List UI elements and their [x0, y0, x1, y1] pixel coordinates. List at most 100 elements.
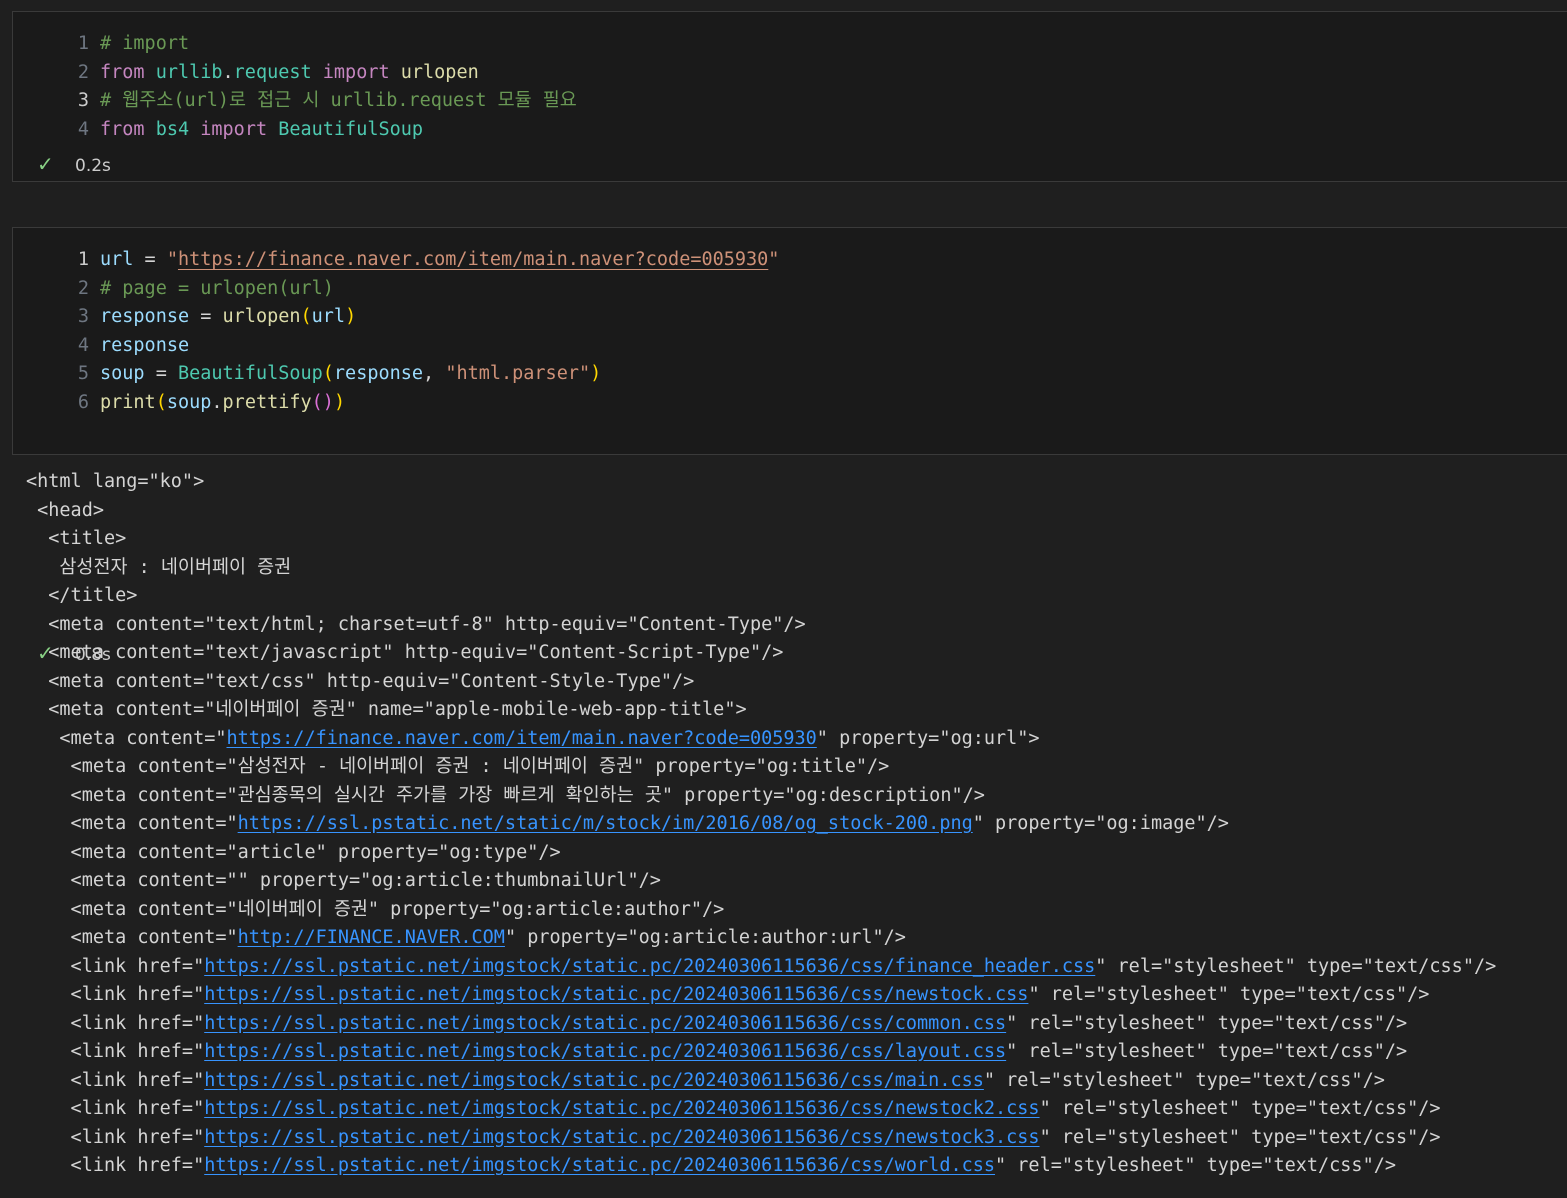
output-line: <meta content="https://finance.naver.com… [26, 725, 1496, 754]
output-line: <meta content="http://FINANCE.NAVER.COM"… [26, 924, 1496, 953]
output-line: <meta content="삼성전자 - 네이버페이 증권 : 네이버페이 증… [26, 753, 1496, 782]
output-text: " property="og:image"/> [972, 813, 1229, 834]
code-text[interactable]: response = urlopen(url) [100, 303, 356, 332]
output-line: <meta content="text/html; charset=utf-8"… [26, 611, 1496, 640]
output-link[interactable]: https://ssl.pstatic.net/imgstock/static.… [204, 1041, 1006, 1062]
output-line: <meta content="text/javascript" http-equ… [26, 639, 1496, 668]
code-token: ) [590, 363, 602, 385]
output-link[interactable]: https://ssl.pstatic.net/static/m/stock/i… [238, 813, 973, 834]
code-token: , [423, 363, 446, 385]
code-token: response [100, 306, 190, 328]
output-line: <link href="https://ssl.pstatic.net/imgs… [26, 981, 1496, 1010]
code-token: ) [333, 391, 346, 413]
output-text: <title> [26, 528, 127, 549]
output-link[interactable]: https://ssl.pstatic.net/imgstock/static.… [204, 1127, 1039, 1148]
code-token: soup [166, 391, 212, 413]
code-token: import [322, 61, 390, 83]
output-link[interactable]: https://ssl.pstatic.net/imgstock/static.… [204, 984, 1028, 1005]
output-line: <meta content="article" property="og:typ… [26, 839, 1496, 868]
output-text: <meta content="article" property="og:typ… [26, 841, 561, 863]
output-text: " property="og:article:author:url"/> [504, 927, 906, 948]
code-cell-1[interactable]: 1 # import 2 from urllib.request import url… [12, 11, 1567, 182]
cell-status: ✓ 0.2s [37, 152, 111, 176]
code-text[interactable]: print(soup.prettify()) [100, 389, 345, 418]
code-text[interactable]: from bs4 import BeautifulSoup [100, 116, 423, 145]
line-number: 1 [77, 249, 89, 270]
code-token: bs4 [155, 118, 190, 140]
code-token: ( [300, 306, 312, 328]
output-text: <meta content="관심종목의 실시간 주가를 가장 빠르게 확인하는… [26, 784, 985, 806]
code-token: ( [155, 391, 167, 413]
output-text: <link href=" [26, 1012, 205, 1034]
output-text: " rel="stylesheet" type="text/css"/> [1028, 984, 1430, 1005]
output-link[interactable]: https://ssl.pstatic.net/imgstock/static.… [204, 1070, 984, 1091]
output-text: <meta content="text/html; charset=utf-8"… [26, 613, 806, 635]
code-token: ( [322, 363, 334, 385]
code-text[interactable]: # page = urlopen(url) [100, 275, 334, 304]
output-link[interactable]: https://ssl.pstatic.net/imgstock/static.… [204, 1098, 1039, 1119]
code-token: . [211, 391, 223, 413]
code-text[interactable]: # 웹주소(url)로 접근 시 urllib.request 모듈 필요 [100, 87, 577, 116]
output-text: " rel="stylesheet" type="text/css"/> [1039, 1126, 1441, 1148]
output-text: <link href=" [26, 1041, 205, 1062]
code-cell-2[interactable]: 1 url = "https://finance.naver.com/item/m… [12, 227, 1567, 665]
code-text[interactable]: soup = BeautifulSoup(response, "html.par… [100, 360, 601, 389]
line-number: 4 [77, 334, 89, 356]
output-line: <meta content="text/css" http-equiv="Con… [26, 668, 1496, 697]
output-line: <link href="https://ssl.pstatic.net/imgs… [26, 1067, 1496, 1096]
code-token: ) [322, 391, 334, 413]
code-token: response [333, 363, 424, 385]
code-token: from [100, 61, 145, 83]
output-text: <meta content="text/css" http-equiv="Con… [26, 670, 695, 692]
output-text: <link href=" [26, 1126, 205, 1148]
line-number: 2 [77, 277, 89, 299]
output-text: <link href=" [26, 984, 205, 1005]
output-line: <link href="https://ssl.pstatic.net/imgs… [26, 1095, 1496, 1124]
output-text: <meta content="네이버페이 증권" property="og:ar… [26, 898, 725, 920]
code-text[interactable]: url = "https://finance.naver.com/item/ma… [100, 246, 779, 275]
code-token: = [133, 249, 167, 270]
output-link[interactable]: https://ssl.pstatic.net/imgstock/static.… [204, 1013, 1006, 1034]
output-line: <meta content="네이버페이 증권" property="og:ar… [26, 896, 1496, 925]
output-link[interactable]: https://ssl.pstatic.net/imgstock/static.… [204, 956, 1095, 977]
output-line: <meta content="네이버페이 증권" name="apple-mob… [26, 696, 1496, 725]
output-line: <link href="https://ssl.pstatic.net/imgs… [26, 953, 1497, 982]
code-token: " [768, 249, 780, 270]
output-line: <head> [26, 497, 1496, 526]
output-line: 삼성전자 : 네이버페이 증권 [26, 554, 1496, 583]
output-text: " property="og:url"> [816, 727, 1040, 749]
output-line: <meta content="" property="og:article:th… [26, 867, 1496, 896]
code-token: url [100, 249, 134, 270]
code-token: = [144, 363, 178, 385]
cell-output: <html lang="ko"> <head> <title> 삼성전자 : 네… [26, 468, 1496, 1181]
output-text: " rel="stylesheet" type="text/css"/> [1095, 955, 1497, 977]
line-number: 5 [77, 363, 89, 385]
line-number: 1 [77, 33, 89, 54]
code-token: urlopen [400, 61, 479, 83]
output-text: <meta content=" [26, 727, 227, 749]
output-link[interactable]: https://finance.naver.com/item/main.nave… [226, 728, 816, 749]
output-text: 삼성전자 : 네이버페이 증권 [26, 556, 292, 578]
code-text[interactable]: # import [100, 30, 189, 59]
code-token: " [166, 249, 178, 270]
output-text: " rel="stylesheet" type="text/css"/> [1039, 1098, 1441, 1119]
output-text: <meta content="삼성전자 - 네이버페이 증권 : 네이버페이 증… [26, 756, 890, 777]
output-line: <link href="https://ssl.pstatic.net/imgs… [26, 1152, 1496, 1181]
code-token: urllib [155, 61, 223, 83]
output-link[interactable]: http://FINANCE.NAVER.COM [238, 927, 505, 948]
code-token: prettify [222, 391, 312, 413]
code-text[interactable]: response [100, 332, 189, 361]
code-token: ( [311, 391, 323, 413]
output-link[interactable]: https://ssl.pstatic.net/imgstock/static.… [204, 1155, 995, 1176]
output-line: </title> [26, 582, 1496, 611]
output-text: <meta content="" property="og:article:th… [26, 870, 661, 891]
code-token: BeautifulSoup [278, 118, 424, 140]
code-token: response [100, 334, 190, 356]
code-token: url [311, 306, 346, 328]
output-line: <meta content="관심종목의 실시간 주가를 가장 빠르게 확인하는… [26, 782, 1496, 811]
output-text: <link href=" [26, 1155, 205, 1176]
code-text[interactable]: from urllib.request import urlopen [100, 59, 479, 88]
